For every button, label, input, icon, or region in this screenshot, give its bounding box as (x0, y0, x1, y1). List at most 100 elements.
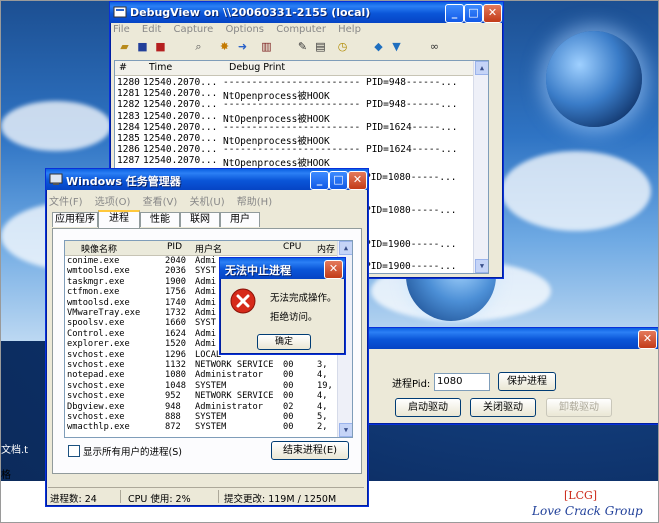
find-icon[interactable]: ⌕ (192, 40, 205, 53)
debug-row-partial[interactable]: PID=1900-----... (365, 239, 457, 250)
stop-driver-button[interactable]: 关闭驱动 (470, 398, 536, 417)
desktop: 文档.t 格 ✕ 进程Pid: 1080 保护进程 启动驱动 关闭驱动 卸载驱动… (0, 0, 659, 523)
arrow-right-icon[interactable]: ➜ (236, 40, 249, 53)
show-all-users-checkbox[interactable]: 显示所有用户的进程(S) (68, 444, 182, 458)
process-name: svchost.exe (67, 349, 125, 360)
col-memory[interactable]: 内存 (317, 242, 335, 255)
process-pid: 1520 (165, 339, 186, 350)
menu-options[interactable]: Options (225, 24, 264, 35)
close-icon[interactable]: ✕ (348, 171, 367, 190)
open-icon[interactable]: ▰ (118, 40, 131, 53)
process-pid: 1900 (165, 276, 186, 287)
close-icon[interactable]: ✕ (324, 260, 343, 279)
end-process-button[interactable]: 结束进程(E) (271, 441, 349, 460)
ok-button[interactable]: 确定 (257, 334, 311, 350)
col-cpu[interactable]: CPU (283, 242, 301, 252)
process-name: svchost.exe (67, 391, 125, 402)
minimize-icon[interactable]: _ (310, 171, 329, 190)
menu-edit[interactable]: Edit (142, 24, 161, 35)
debug-row-message: PID=1080-----... (365, 172, 457, 183)
tab-processes[interactable]: 进程 (98, 210, 140, 229)
save-icon[interactable]: ■ (136, 40, 149, 53)
process-pid: 2036 (165, 266, 186, 277)
process-name: taskmgr.exe (67, 276, 125, 287)
col-image-name[interactable]: 映像名称 (81, 242, 117, 255)
close-icon[interactable]: ✕ (638, 330, 657, 349)
cloud (1, 101, 111, 151)
desktop-text-2: 格 (1, 470, 11, 481)
maximize-icon[interactable]: □ (464, 4, 483, 23)
binoculars-icon[interactable]: ∞ (428, 40, 441, 53)
maximize-icon[interactable]: □ (329, 171, 348, 190)
col-number[interactable]: # (119, 62, 127, 73)
process-cpu: 00 (283, 360, 294, 370)
menu-file[interactable]: File (113, 24, 130, 35)
scroll-down-icon[interactable]: ▼ (339, 423, 352, 437)
tab-applications[interactable]: 应用程序 (52, 212, 98, 227)
menu-computer[interactable]: Computer (276, 24, 326, 35)
history-icon[interactable]: ▤ (314, 40, 327, 53)
menu-shutdown[interactable]: 关机(U) (189, 197, 224, 208)
menu-file[interactable]: 文件(F) (49, 197, 83, 208)
debug-row-time: 12540.2070... (143, 99, 218, 111)
clock-icon[interactable]: ◷ (336, 40, 349, 53)
edit-filter-icon[interactable]: ✎ (296, 40, 309, 53)
tab-performance[interactable]: 性能 (140, 212, 180, 227)
menu-help[interactable]: Help (338, 24, 361, 35)
process-pid: 1048 (165, 380, 186, 391)
debug-row-number: 1282 (117, 99, 140, 111)
scroll-up-icon[interactable]: ▲ (339, 241, 352, 255)
debug-row-number: 1281 (117, 88, 140, 100)
minimize-icon[interactable]: _ (445, 4, 464, 23)
start-driver-button[interactable]: 启动驱动 (395, 398, 461, 417)
process-pid: 888 (165, 412, 181, 422)
scroll-down-icon[interactable]: ▼ (475, 259, 488, 273)
task-manager-titlebar: Windows 任务管理器 _ □ ✕ (46, 169, 368, 190)
process-name: Control.exe (67, 328, 125, 339)
process-user: SYSTEM (195, 422, 227, 433)
connect-icon[interactable]: ◆ (372, 40, 385, 53)
book-icon[interactable]: ▥ (260, 40, 273, 53)
capture-icon[interactable]: ✸ (218, 40, 231, 53)
process-name: wmacthlp.exe (67, 422, 130, 433)
pid-input[interactable]: 1080 (434, 373, 490, 391)
checkbox-box[interactable] (68, 445, 80, 457)
debug-row-message: PID=1900-----... (365, 261, 457, 272)
col-pid[interactable]: PID (167, 242, 182, 252)
error-message-line2: 拒绝访问。 (270, 312, 318, 323)
menu-capture[interactable]: Capture (173, 24, 213, 35)
debug-scrollbar[interactable]: ▲ ▼ (473, 61, 488, 273)
process-user: LOCAL (195, 349, 222, 360)
process-pid: 1296 (165, 349, 186, 360)
col-time[interactable]: Time (149, 62, 172, 73)
protect-process-button[interactable]: 保护进程 (498, 372, 556, 391)
col-debug-print[interactable]: Debug Print (229, 62, 285, 73)
process-name: ctfmon.exe (67, 287, 120, 298)
debug-row-partial[interactable]: PID=1900-----... (365, 261, 457, 272)
status-process-count: 进程数: 24 (50, 494, 97, 505)
task-manager-title: Windows 任务管理器 (66, 175, 181, 188)
process-user: Administrator (195, 370, 263, 381)
process-user: SYST (195, 318, 216, 329)
disconnect-icon[interactable]: ▼ (390, 40, 403, 53)
process-mem: 4, (317, 401, 328, 412)
menu-view[interactable]: 查看(V) (143, 197, 178, 208)
protect-tool-window: ✕ 进程Pid: 1080 保护进程 启动驱动 关闭驱动 卸载驱动 (337, 327, 658, 425)
menu-help[interactable]: 帮助(H) (237, 197, 272, 208)
process-cpu: 00 (283, 391, 294, 402)
close-icon[interactable]: ✕ (483, 4, 502, 23)
debug-row-partial[interactable]: PID=1080-----... (365, 205, 457, 216)
tool-titlebar: ✕ (338, 328, 658, 349)
clear-icon[interactable]: ■ (154, 40, 167, 53)
process-mem: 5, (317, 412, 328, 422)
pid-label: 进程Pid: (392, 379, 431, 390)
menu-options[interactable]: 选项(O) (95, 197, 131, 208)
process-pid: 872 (165, 422, 181, 433)
process-name: wmtoolsd.exe (67, 266, 130, 277)
col-user-name[interactable]: 用户名 (195, 242, 222, 255)
process-cpu: 00 (283, 422, 294, 433)
scroll-up-icon[interactable]: ▲ (475, 61, 488, 75)
tab-users[interactable]: 用户 (220, 212, 260, 227)
tab-networking[interactable]: 联网 (180, 212, 220, 227)
debug-row-partial[interactable]: PID=1080-----... (365, 172, 457, 183)
